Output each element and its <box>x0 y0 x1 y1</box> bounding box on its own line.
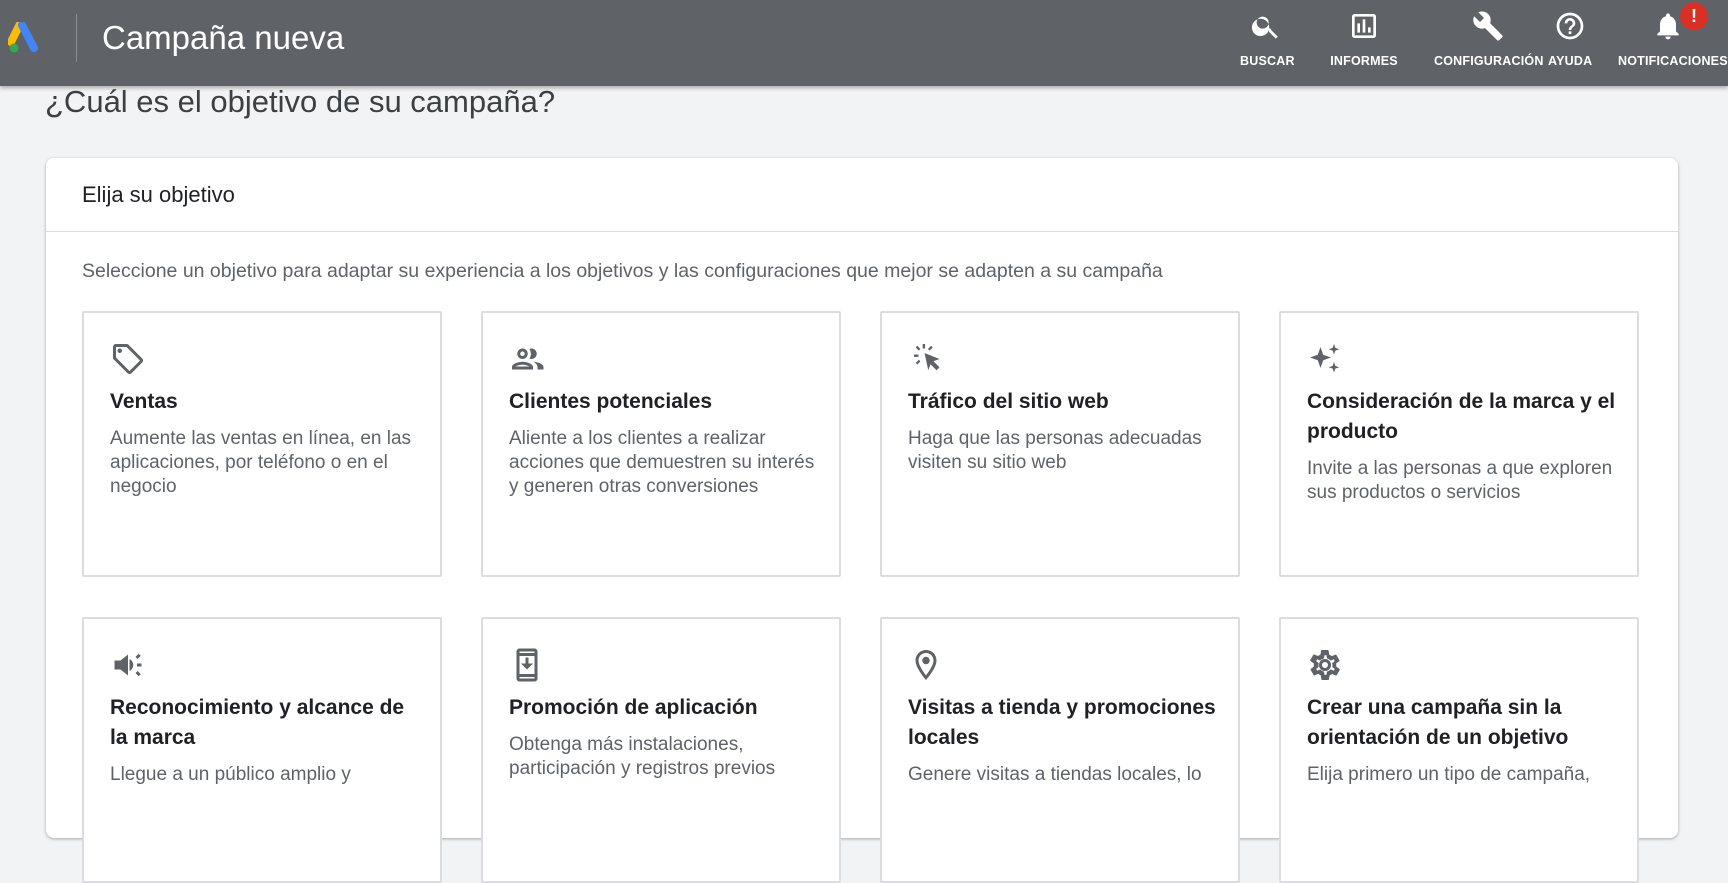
app-title: Campaña nueva <box>102 19 345 56</box>
goal-option-leads[interactable]: Clientes potenciales Aliente a los clien… <box>481 311 841 577</box>
card-description: Seleccione un objetivo para adaptar su e… <box>82 260 1163 282</box>
goal-title: Crear una campaña sin la orientación de … <box>1307 696 1569 749</box>
goal-option-sales[interactable]: Ventas Aumente las ventas en línea, en l… <box>82 311 442 577</box>
bar-chart-icon <box>1352 14 1376 38</box>
goal-selection-card: Elija su objetivo Seleccione un objetivo… <box>46 158 1678 883</box>
google-ads-logo-icon[interactable] <box>8 22 44 54</box>
goal-title: Ventas <box>110 390 178 413</box>
people-icon <box>509 341 545 377</box>
goal-option-brand-awareness[interactable]: Reconocimiento y alcance de la marca Lle… <box>82 617 442 883</box>
cursor-click-icon <box>908 341 944 377</box>
card-title: Elija su objetivo <box>82 182 235 207</box>
goal-title: Consideración de la marca y el producto <box>1307 390 1616 443</box>
notifications-label: NOTIFICACIONES <box>1618 54 1728 68</box>
goal-option-local-store-visits[interactable]: Visitas a tienda y promociones locales G… <box>880 617 1240 883</box>
goal-title: Reconocimiento y alcance de la marca <box>110 696 405 749</box>
goal-description: Aumente las ventas en línea, en las apli… <box>110 428 412 497</box>
help-label: AYUDA <box>1548 54 1593 68</box>
search-label: BUSCAR <box>1240 54 1295 68</box>
goal-title: Clientes potenciales <box>509 390 713 413</box>
location-pin-icon <box>908 647 944 683</box>
goal-title: Promoción de aplicación <box>509 696 758 719</box>
phone-download-icon <box>509 647 545 683</box>
megaphone-icon <box>110 647 146 683</box>
help-icon <box>1556 12 1584 40</box>
sparkle-icon <box>1307 341 1343 377</box>
help-button[interactable]: AYUDA <box>1548 10 1592 72</box>
wrench-icon <box>1473 11 1503 41</box>
goal-title: Tráfico del sitio web <box>908 390 1109 413</box>
goal-description: Haga que las personas adecuadas visiten … <box>908 428 1202 473</box>
card-divider <box>46 231 1678 232</box>
goal-description: Elija primero un tipo de campaña, <box>1307 764 1591 785</box>
search-icon <box>1251 16 1278 39</box>
goal-description: Invite a las personas a que exploren sus… <box>1307 458 1613 503</box>
header-divider <box>76 14 77 62</box>
goal-description: Obtenga más instalaciones, participación… <box>509 734 776 779</box>
notification-badge: ! <box>1680 2 1708 30</box>
goal-option-app-promotion[interactable]: Promoción de aplicación Obtenga más inst… <box>481 617 841 883</box>
search-button[interactable]: BUSCAR <box>1240 10 1295 72</box>
goal-description: Llegue a un público amplio y <box>110 764 351 785</box>
goal-description: Genere visitas a tiendas locales, lo <box>908 764 1202 785</box>
top-app-bar: Campaña nueva BUSCAR INFORMES CONFIGURAC… <box>0 0 1728 86</box>
reports-label: INFORMES <box>1330 54 1398 68</box>
goal-option-website-traffic[interactable]: Tráfico del sitio web Haga que las perso… <box>880 311 1240 577</box>
notifications-button[interactable]: ! NOTIFICACIONES <box>1618 2 1728 72</box>
goal-title: Visitas a tienda y promociones locales <box>908 696 1216 749</box>
goal-option-no-goal[interactable]: Crear una campaña sin la orientación de … <box>1279 617 1639 883</box>
goal-description: Aliente a los clientes a realizar accion… <box>509 428 815 497</box>
reports-button[interactable]: INFORMES <box>1330 10 1398 72</box>
settings-label: CONFIGURACIÓN <box>1434 54 1544 68</box>
settings-button[interactable]: CONFIGURACIÓN <box>1434 10 1544 72</box>
gear-icon <box>1307 647 1343 683</box>
goal-option-brand-consideration[interactable]: Consideración de la marca y el producto … <box>1279 311 1639 577</box>
page-title: ¿Cuál es el objetivo de su campaña? <box>45 84 556 119</box>
tag-icon <box>110 341 146 377</box>
